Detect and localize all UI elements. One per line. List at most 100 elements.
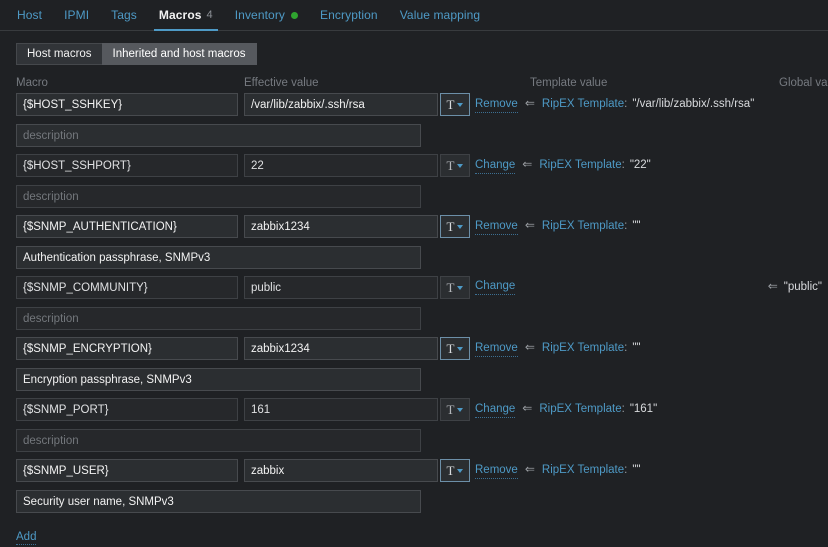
macro-effective-value-input[interactable] [244,154,438,177]
macro-inheritance-actions: Remove ⇐ RipEX Template: "" [475,218,641,235]
macro-name-input[interactable] [16,93,238,116]
tab-macros[interactable]: Macros 4 [148,0,224,31]
macro-effective-value-input[interactable] [244,337,438,360]
template-value-text: "22" [629,159,651,171]
macro-name-input[interactable] [16,215,238,238]
template-colon: : [624,98,628,110]
macro-effective-value-input[interactable] [244,276,438,299]
add-macro-link[interactable]: Add [16,530,37,545]
macro-description-input[interactable] [16,124,421,147]
macro-description-row [0,490,828,520]
macro-description-input[interactable] [16,490,421,513]
global-value-text: "public" [783,281,822,293]
macro-effective-value-input[interactable] [244,93,438,116]
template-link[interactable]: RipEX Template [542,97,624,112]
change-macro-link[interactable]: Change [475,158,516,174]
inherit-arrow-icon: ⇐ [522,157,533,171]
template-colon: : [624,464,628,476]
chevron-down-icon [457,224,464,229]
change-macro-link[interactable]: Change [475,402,516,418]
value-type-dropdown-button[interactable]: T [440,154,470,177]
macro-name-input[interactable] [16,337,238,360]
macro-name-input[interactable] [16,154,238,177]
macro-effective-value-input[interactable] [244,215,438,238]
macro-name-input[interactable] [16,276,238,299]
inherit-arrow-icon: ⇐ [524,340,535,354]
chevron-down-icon [457,102,464,107]
inherit-arrow-icon: ⇐ [524,96,535,110]
tab-host[interactable]: Host [6,0,53,30]
template-link[interactable]: RipEX Template [539,158,621,173]
text-type-icon: T [446,463,455,478]
inherit-arrow-icon: ⇐ [767,279,778,293]
macros-grid: T Remove ⇐ RipEX Template: "/var/lib/zabbix/… [0,93,828,520]
template-colon: : [621,403,625,415]
template-colon: : [624,342,628,354]
remove-macro-link[interactable]: Remove [475,97,518,113]
chevron-down-icon [457,468,464,473]
global-value-cell: ⇐ "public" [768,279,822,293]
macro-row: T Remove ⇐ RipEX Template: "" [0,459,828,490]
macro-inheritance-actions: Change [475,279,516,295]
template-value-text: "/var/lib/zabbix/.ssh/rsa" [632,98,755,110]
inherit-arrow-icon: ⇐ [524,462,535,476]
remove-macro-link[interactable]: Remove [475,463,518,479]
template-link[interactable]: RipEX Template [542,463,624,478]
tab-label: IPMI [64,8,90,22]
toggle-host-macros[interactable]: Host macros [16,43,102,65]
value-type-dropdown-button[interactable]: T [440,337,470,360]
template-link[interactable]: RipEX Template [542,341,624,356]
macro-description-input[interactable] [16,429,421,452]
value-type-dropdown-button[interactable]: T [440,215,470,238]
remove-macro-link[interactable]: Remove [475,341,518,357]
macro-description-input[interactable] [16,246,421,269]
template-value-text: "" [632,220,641,232]
remove-macro-link[interactable]: Remove [475,219,518,235]
value-type-dropdown-button[interactable]: T [440,93,470,116]
text-type-icon: T [446,341,455,356]
host-config-tabbar: Host IPMI Tags Macros 4 Inventory Encryption Va… [0,0,828,31]
value-type-dropdown-button[interactable]: T [440,459,470,482]
column-header-template-value: Template value [530,77,608,89]
macros-tab-panel: Host IPMI Tags Macros 4 Inventory Encryption Va… [0,0,828,547]
tab-ipmi[interactable]: IPMI [53,0,100,30]
chevron-down-icon [457,346,464,351]
macro-description-input[interactable] [16,307,421,330]
macro-name-input[interactable] [16,459,238,482]
macro-effective-value-input[interactable] [244,459,438,482]
macro-name-input[interactable] [16,398,238,421]
toggle-inherited-label: Inherited and host macros [112,48,246,60]
template-link[interactable]: RipEX Template [542,219,624,234]
tab-tags[interactable]: Tags [100,0,148,30]
toggle-inherited-and-host-macros[interactable]: Inherited and host macros [101,43,257,65]
tab-value-mapping[interactable]: Value mapping [389,0,491,30]
macro-effective-value-input[interactable] [244,398,438,421]
macro-description-row [0,429,828,459]
value-type-dropdown-button[interactable]: T [440,398,470,421]
change-macro-link[interactable]: Change [475,279,516,295]
template-colon: : [624,220,628,232]
macro-description-row [0,307,828,337]
tab-label: Value mapping [399,8,481,22]
macro-description-row [0,185,828,215]
macro-description-input[interactable] [16,185,421,208]
tab-label: Encryption [320,8,378,22]
tab-count-badge: 4 [206,9,213,21]
macro-description-input[interactable] [16,368,421,391]
macro-description-row [0,124,828,154]
column-header-effective-value: Effective value [244,77,319,89]
tab-label: Macros [158,8,202,22]
toggle-host-macros-label: Host macros [27,48,92,60]
macro-row: T Remove ⇐ RipEX Template: "" [0,215,828,246]
tab-encryption[interactable]: Encryption [309,0,389,30]
macro-row: T Remove ⇐ RipEX Template: "/var/lib/zabbix/… [0,93,828,124]
text-type-icon: T [446,280,455,295]
tab-inventory[interactable]: Inventory [224,0,309,30]
macro-inheritance-actions: Remove ⇐ RipEX Template: "" [475,462,641,479]
template-value-text: "" [632,464,641,476]
template-link[interactable]: RipEX Template [539,402,621,417]
macro-inheritance-actions: Change ⇐ RipEX Template: "22" [475,157,651,174]
value-type-dropdown-button[interactable]: T [440,276,470,299]
macros-view-toggle[interactable]: Host macros Inherited and host macros [16,43,257,65]
macro-inheritance-actions: Change ⇐ RipEX Template: "161" [475,401,657,418]
